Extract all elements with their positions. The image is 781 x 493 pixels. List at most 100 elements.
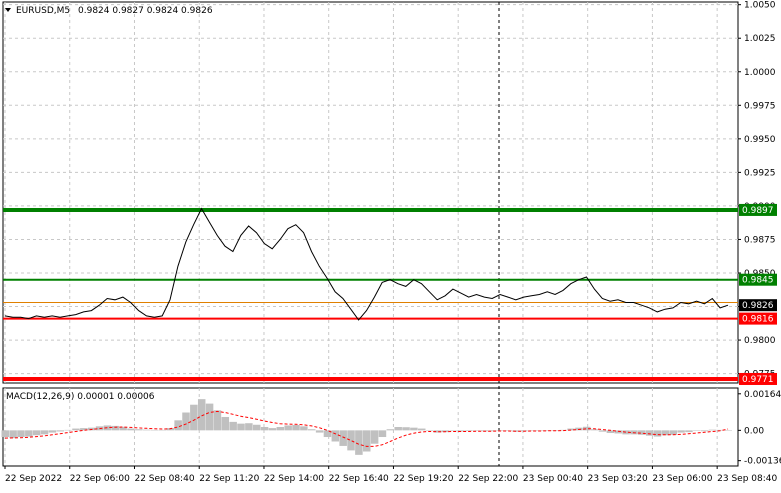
- macd-tick-label: -0.00136: [744, 457, 781, 467]
- macd-bar: [598, 430, 607, 432]
- triangle-down-icon[interactable]: [5, 8, 11, 12]
- price-tick-label: 1.0025: [744, 34, 776, 44]
- macd-bar: [221, 416, 230, 431]
- macd-bar: [300, 426, 308, 431]
- macd-bar: [182, 412, 190, 431]
- price-tag-label: 0.9826: [742, 301, 774, 311]
- macd-bar: [418, 428, 426, 431]
- macd-bar: [284, 425, 292, 431]
- macd-bar: [142, 429, 151, 431]
- macd-bar: [669, 430, 677, 435]
- macd-bar: [135, 429, 143, 431]
- macd-bar: [229, 421, 237, 431]
- macd-bar: [700, 430, 709, 432]
- macd-bar: [237, 423, 245, 431]
- macd-bar: [449, 430, 457, 431]
- time-tick-label: 22 Sep 22:00: [458, 474, 518, 484]
- time-tick-label: 23 Sep 00:40: [523, 474, 583, 484]
- macd-bar: [40, 430, 49, 435]
- macd-bar: [315, 430, 324, 433]
- macd-bar: [363, 430, 371, 452]
- macd-bar: [245, 423, 253, 431]
- macd-bar: [32, 430, 41, 436]
- price-tags: 0.9897 0.9845 0.9826 0.9816 0.9771: [739, 203, 777, 385]
- macd-bar: [190, 404, 198, 431]
- price-tag-label: 0.9771: [742, 375, 774, 385]
- macd-bar: [677, 430, 685, 433]
- macd-bar: [268, 428, 277, 431]
- price-line: [4, 207, 729, 321]
- macd-bar: [386, 429, 395, 431]
- time-tick-label: 23 Sep 06:00: [652, 474, 712, 484]
- price-chart[interactable]: 1.00501.00251.00000.99750.99500.99250.99…: [0, 0, 781, 489]
- price-tag-label: 0.9897: [742, 206, 774, 216]
- macd-bar: [370, 430, 379, 444]
- macd-bar: [347, 430, 355, 451]
- macd-bar: [252, 424, 261, 431]
- macd-bar: [307, 429, 316, 431]
- macd-bar: [48, 430, 57, 433]
- macd-bar: [653, 430, 662, 437]
- macd-bar: [9, 430, 17, 439]
- chart-window[interactable]: 1.00501.00251.00000.99750.99500.99250.99…: [0, 0, 781, 489]
- macd-bar: [645, 430, 654, 436]
- time-tick-label: 22 Sep 08:40: [134, 474, 194, 484]
- price-axis: 1.00501.00251.00000.99750.99500.99250.99…: [738, 1, 781, 467]
- macd-bar: [174, 420, 182, 431]
- macd-bar: [150, 429, 159, 431]
- time-axis: 22 Sep 2022 22 Sep 06:00 22 Sep 08:40 22 Se…: [4, 466, 778, 484]
- macd-bar: [205, 403, 214, 431]
- macd-bar: [724, 430, 732, 431]
- time-tick-label: 22 Sep 19:20: [393, 474, 453, 484]
- price-tick-label: 1.0050: [744, 1, 776, 11]
- time-tick-label: 23 Sep 08:40: [717, 474, 777, 484]
- symbol-label: EURUSD,M5: [16, 6, 70, 16]
- price-tick-label: 0.9875: [744, 235, 776, 245]
- macd-bar: [1, 430, 9, 438]
- price-tag-label: 0.9816: [742, 315, 774, 325]
- time-tick-label: 22 Sep 14:00: [264, 474, 324, 484]
- time-tick-label: 22 Sep 2022: [5, 474, 62, 484]
- macd-bar: [331, 430, 340, 442]
- macd-bar: [213, 410, 222, 431]
- macd-bar: [638, 430, 646, 435]
- price-tick-label: 1.0000: [744, 68, 776, 78]
- macd-bar: [17, 430, 25, 438]
- macd-bar: [378, 430, 387, 438]
- ohlc-values: 0.9824 0.9827 0.9824 0.9826: [78, 6, 213, 16]
- macd-bar: [260, 427, 269, 431]
- macd-bar: [425, 430, 434, 431]
- macd-bar: [127, 428, 135, 431]
- macd-bar: [111, 425, 120, 431]
- macd-bar: [339, 430, 347, 446]
- macd-bar: [25, 430, 33, 437]
- time-tick-label: 22 Sep 11:20: [199, 474, 259, 484]
- price-series: [4, 207, 729, 321]
- time-tick-label: 23 Sep 03:20: [588, 474, 648, 484]
- macd-panel: [1, 399, 732, 455]
- macd-bar: [693, 430, 701, 431]
- macd-bar: [590, 429, 599, 431]
- macd-label: MACD(12,26,9) 0.00001 0.00006: [6, 392, 155, 402]
- macd-bar: [158, 429, 167, 431]
- price-tick-label: 0.9950: [744, 135, 776, 145]
- macd-bar: [465, 430, 473, 432]
- macd-bar: [402, 427, 410, 431]
- macd-bar: [292, 424, 300, 431]
- macd-bar: [685, 430, 693, 433]
- macd-bar: [394, 427, 402, 431]
- price-tick-label: 0.9800: [744, 336, 776, 346]
- macd-bar: [410, 427, 418, 431]
- chart-header: EURUSD,M5 0.9824 0.9827 0.9824 0.9826: [5, 6, 213, 16]
- main-panel-frame: [2, 1, 739, 384]
- price-tick-label: 0.9925: [744, 168, 776, 178]
- macd-bar: [72, 428, 80, 431]
- macd-tick-label: 0.00: [744, 426, 764, 436]
- macd-tick-label: 0.00164: [744, 390, 781, 400]
- macd-bar: [708, 429, 717, 431]
- macd-bar: [355, 430, 363, 455]
- macd-bar: [64, 429, 72, 431]
- macd-bar: [276, 427, 285, 431]
- macd-bar: [56, 430, 65, 432]
- price-tick-label: 0.9975: [744, 101, 776, 111]
